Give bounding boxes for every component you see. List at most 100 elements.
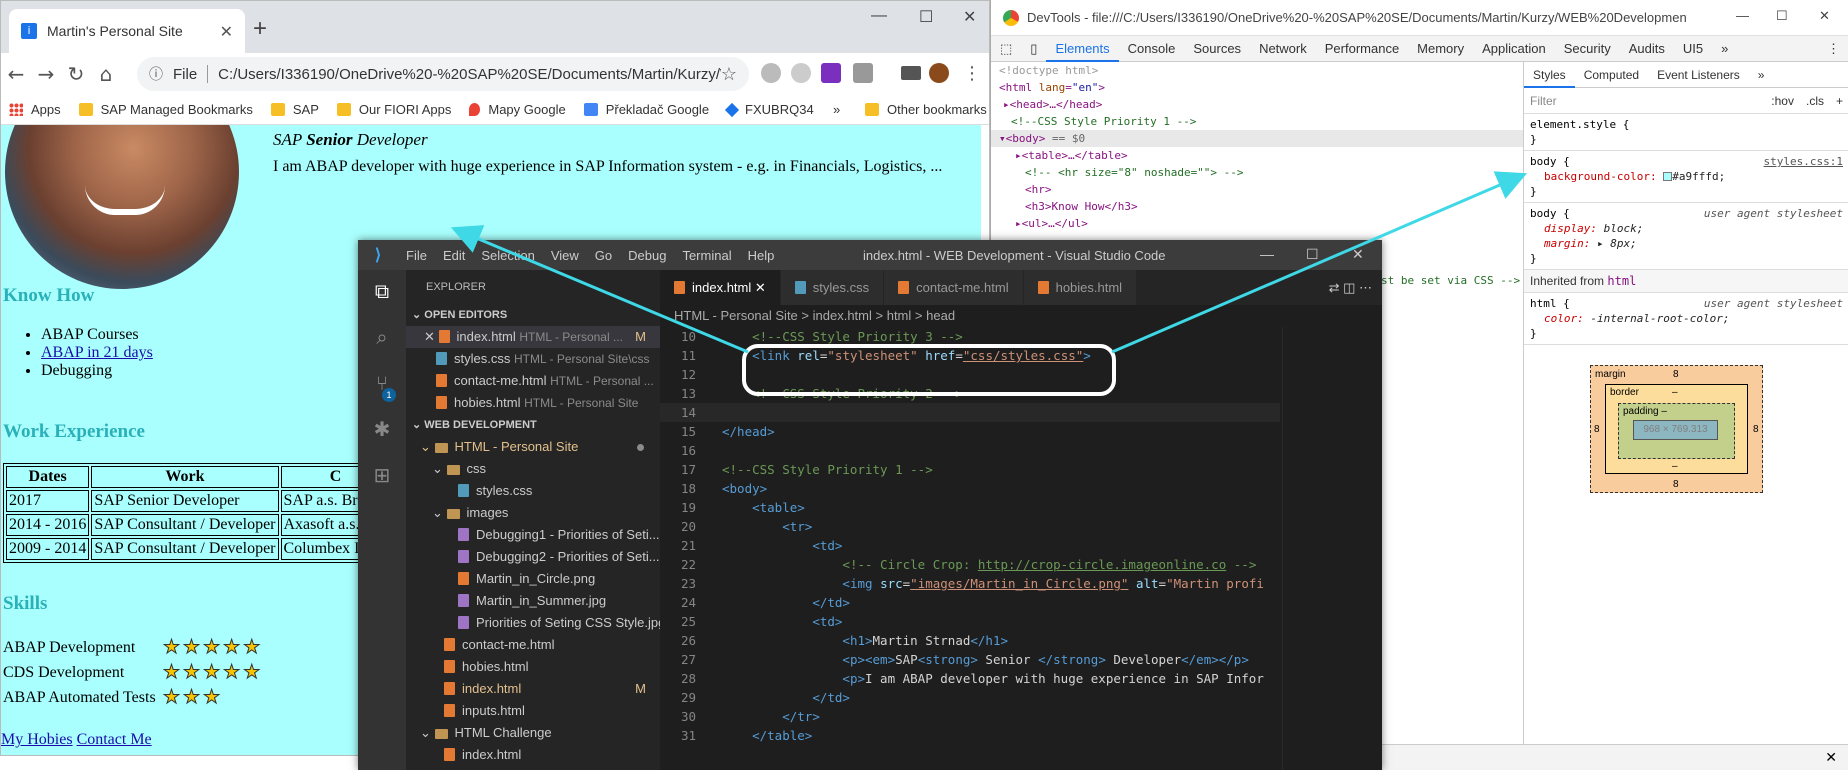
bookmark-other[interactable]: Other bookmarks <box>865 102 987 117</box>
contact-link[interactable]: Contact Me <box>77 731 152 748</box>
minimize-button[interactable]: — <box>1260 246 1274 262</box>
tab-security[interactable]: Security <box>1555 36 1620 62</box>
minimize-button[interactable]: — <box>1736 8 1749 23</box>
folder-item[interactable]: ⌄ images <box>406 502 660 524</box>
menu-file[interactable]: File <box>398 248 435 263</box>
dom-node[interactable]: <html lang="en"> <box>999 79 1105 96</box>
dom-node[interactable]: ▸<table>…</table> <box>1015 147 1128 164</box>
maximize-button[interactable]: ☐ <box>1776 8 1788 24</box>
menu-go[interactable]: Go <box>587 248 620 263</box>
ua-body-rule[interactable]: user agent stylesheet body { display: bl… <box>1524 203 1848 270</box>
dom-comment[interactable]: st be set via CSS --> <box>1381 272 1520 289</box>
extension-icon[interactable] <box>853 63 873 83</box>
new-tab-button[interactable]: + <box>253 15 267 43</box>
minimize-button[interactable]: — <box>871 7 887 25</box>
styles-filter[interactable]: Filter :hov .cls + <box>1524 88 1848 114</box>
back-icon[interactable]: ← <box>1 62 31 86</box>
editor-actions-icon[interactable]: ⇄ ◫ ⋯ <box>1319 270 1382 305</box>
browser-tab[interactable]: i Martin's Personal Site ✕ <box>9 9 245 53</box>
element-style-rule[interactable]: element.style {} <box>1524 114 1848 151</box>
menu-selection[interactable]: Selection <box>473 248 542 263</box>
editor-tab[interactable]: index.html ✕ <box>660 270 781 305</box>
add-rule-icon[interactable]: + <box>1836 94 1843 108</box>
maximize-button[interactable]: ☐ <box>1306 246 1319 263</box>
folder-item[interactable]: ⌄ css <box>406 458 660 480</box>
file-item[interactable]: hobies.html <box>406 656 660 678</box>
file-item[interactable]: index.html M <box>406 678 660 700</box>
dom-node[interactable]: <hr> <box>1025 181 1052 198</box>
explorer-icon[interactable]: ⧉ <box>370 280 394 304</box>
file-item[interactable]: Priorities of Seting CSS Style.jpg <box>406 612 660 634</box>
device-toggle-icon[interactable]: ▯ <box>1021 36 1046 62</box>
more-tabs-icon[interactable]: » <box>1712 36 1737 62</box>
close-tab-icon[interactable]: ✕ <box>220 22 233 41</box>
folder-item[interactable]: ⌄ HTML Challenge <box>406 722 660 744</box>
bookmark-star-icon[interactable]: ☆ <box>721 64 737 85</box>
open-editor-item[interactable]: contact-me.html HTML - Personal ... <box>406 370 660 392</box>
close-window-button[interactable]: ✕ <box>1352 246 1364 263</box>
menu-edit[interactable]: Edit <box>435 248 473 263</box>
dom-comment[interactable]: <!-- <hr size="8" noshade=""> --> <box>1025 164 1244 181</box>
file-item[interactable]: Martin_in_Summer.jpg <box>406 590 660 612</box>
bookmark-translate[interactable]: Překladač Google <box>583 102 709 117</box>
bookmark-apps[interactable]: Apps <box>9 102 61 117</box>
file-item[interactable]: Debugging2 - Priorities of Seti... <box>406 546 660 568</box>
more-options-icon[interactable]: ⋮ <box>1818 36 1848 62</box>
dom-node[interactable]: <!doctype html> <box>999 62 1098 79</box>
minimap[interactable] <box>1282 327 1382 770</box>
file-item[interactable]: Martin_in_Circle.png <box>406 568 660 590</box>
reload-icon[interactable]: ↻ <box>61 62 91 86</box>
file-item[interactable]: inputs.html <box>406 700 660 722</box>
folder-item[interactable]: ⌄ HTML - Personal Site <box>406 436 660 458</box>
open-editor-item[interactable]: styles.css HTML - Personal Site\css <box>406 348 660 370</box>
tab-console[interactable]: Console <box>1119 36 1185 62</box>
tab-computed[interactable]: Computed <box>1575 62 1648 88</box>
hov-toggle[interactable]: :hov <box>1771 94 1794 108</box>
menu-terminal[interactable]: Terminal <box>674 248 739 263</box>
menu-debug[interactable]: Debug <box>620 248 674 263</box>
forward-icon[interactable]: → <box>31 62 61 86</box>
tab-elements[interactable]: Elements <box>1046 36 1119 62</box>
hobbies-link[interactable]: My Hobies <box>1 731 73 748</box>
body-rule[interactable]: styles.css:1 body { background-color: #a… <box>1524 151 1848 203</box>
extension-icon[interactable] <box>821 63 841 83</box>
close-drawer-icon[interactable]: ✕ <box>1825 749 1837 766</box>
bookmark-sap[interactable]: SAP <box>270 102 319 117</box>
info-icon[interactable]: ⓘ <box>149 64 163 84</box>
more-tabs-icon[interactable]: » <box>1749 62 1774 88</box>
editor-tab[interactable]: styles.css <box>780 270 885 305</box>
home-icon[interactable]: ⌂ <box>91 62 121 86</box>
editor-tab[interactable]: contact-me.html <box>884 270 1024 305</box>
bookmarks-overflow-icon[interactable]: » <box>833 102 840 117</box>
stylesheet-link[interactable]: styles.css:1 <box>1764 154 1843 169</box>
address-bar[interactable]: ⓘ File C:/Users/I336190/OneDrive%20-%20S… <box>137 57 749 91</box>
close-window-button[interactable]: ✕ <box>1819 8 1830 24</box>
profile-avatar[interactable] <box>929 63 949 83</box>
dom-node[interactable]: ▸<head>…</head> <box>1003 96 1102 113</box>
bookmark-fiori[interactable]: Our FIORI Apps <box>336 102 451 117</box>
bookmark-sap-managed[interactable]: SAP Managed Bookmarks <box>78 102 253 117</box>
maximize-button[interactable]: ☐ <box>919 7 933 27</box>
dom-node[interactable]: ▸<ul>…</ul> <box>1015 215 1088 232</box>
file-item[interactable]: contact-me.html <box>406 634 660 656</box>
dom-node[interactable]: <h3>Know How</h3> <box>1025 198 1138 215</box>
open-editor-item[interactable]: hobies.html HTML - Personal Site <box>406 392 660 414</box>
open-editor-item[interactable]: ✕ index.html HTML - Personal ... M <box>406 326 660 348</box>
dom-node-selected[interactable]: ▾<body> == $0 <box>991 130 1523 147</box>
address-url[interactable]: C:/Users/I336190/OneDrive%20-%20SAP%20SE… <box>218 66 721 83</box>
close-window-button[interactable]: ✕ <box>963 7 976 27</box>
workspace-section[interactable]: ⌄ WEB DEVELOPMENT <box>406 414 660 436</box>
tab-event-listeners[interactable]: Event Listeners <box>1648 62 1749 88</box>
search-icon[interactable]: ⌕ <box>370 326 394 350</box>
tab-ui5[interactable]: UI5 <box>1674 36 1712 62</box>
menu-view[interactable]: View <box>543 248 587 263</box>
extension-icon[interactable] <box>761 63 781 83</box>
tab-performance[interactable]: Performance <box>1316 36 1408 62</box>
extensions-icon[interactable]: ⊞ <box>370 464 394 488</box>
file-item[interactable]: styles.css <box>406 480 660 502</box>
cls-toggle[interactable]: .cls <box>1806 94 1824 108</box>
html-rule[interactable]: user agent stylesheet html { color: -int… <box>1524 293 1848 345</box>
tab-application[interactable]: Application <box>1473 36 1555 62</box>
tab-network[interactable]: Network <box>1250 36 1316 62</box>
dom-comment[interactable]: <!--CSS Style Priority 1 --> <box>1011 113 1196 130</box>
